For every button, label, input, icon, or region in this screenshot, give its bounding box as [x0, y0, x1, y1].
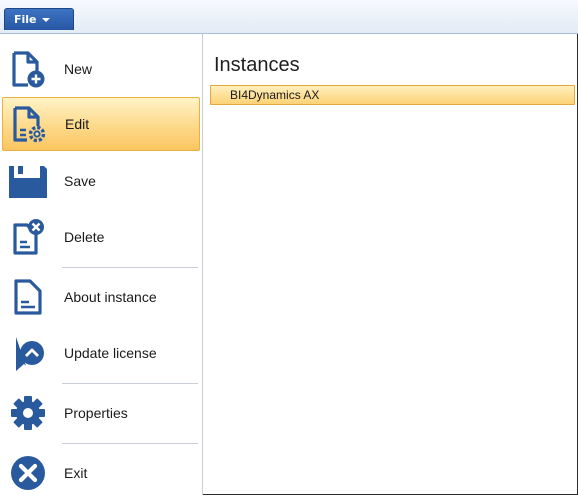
exit-icon	[2, 446, 54, 500]
menu-separator	[62, 443, 198, 444]
menu-item-label: About instance	[64, 289, 157, 305]
menu-item-label: Edit	[65, 116, 90, 132]
menu-item-save[interactable]: Save	[2, 154, 200, 208]
menu-item-delete[interactable]: Delete	[2, 210, 200, 264]
menu-item-label: Update license	[64, 345, 157, 361]
menu-item-label: Delete	[64, 229, 105, 245]
ribbon-bar: File	[0, 0, 578, 34]
menu-item-exit[interactable]: Exit	[2, 446, 200, 500]
delete-document-icon	[2, 210, 54, 264]
instance-list-item[interactable]: BI4Dynamics AX	[210, 85, 575, 105]
instances-panel: Instances BI4Dynamics AX	[203, 34, 577, 494]
about-document-icon	[2, 270, 54, 324]
menu-separator	[62, 267, 198, 268]
file-menu: New Edit Save Delete About instance Upda…	[0, 34, 203, 495]
menu-item-properties[interactable]: Properties	[2, 386, 200, 440]
edit-document-icon	[3, 97, 55, 151]
menu-item-label: Properties	[64, 405, 128, 421]
menu-item-label: New	[64, 61, 93, 77]
save-icon	[2, 154, 54, 208]
menu-separator	[62, 383, 198, 384]
file-menu-label: File	[14, 13, 37, 26]
chevron-down-icon	[41, 18, 50, 22]
menu-item-label: Save	[64, 173, 96, 189]
new-document-icon	[2, 42, 54, 96]
license-ribbon-icon	[2, 326, 54, 380]
menu-item-update-license[interactable]: Update license	[2, 326, 200, 380]
file-menu-button[interactable]: File	[4, 8, 74, 30]
panel-title: Instances	[214, 54, 300, 76]
menu-item-new[interactable]: New	[2, 42, 200, 96]
menu-item-label: Exit	[64, 465, 88, 481]
gear-icon	[2, 386, 54, 440]
menu-item-edit[interactable]: Edit	[2, 97, 200, 151]
menu-item-about-instance[interactable]: About instance	[2, 270, 200, 324]
